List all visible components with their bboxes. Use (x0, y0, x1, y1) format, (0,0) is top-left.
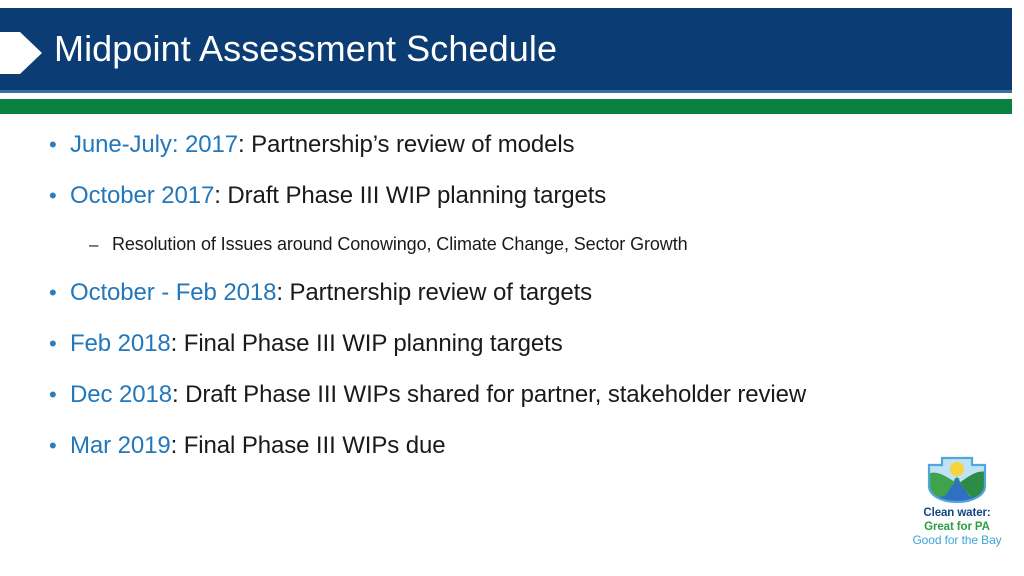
bullet-marker-icon: • (49, 132, 57, 157)
bullet-marker-icon: • (49, 382, 57, 407)
list-item-highlight: Feb 2018 (70, 330, 171, 357)
list-item-highlight: October - Feb 2018 (70, 279, 277, 306)
list-item-highlight: October 2017 (70, 182, 215, 209)
bullet-marker-icon: • (49, 331, 57, 356)
bullet-marker-icon: • (49, 183, 57, 208)
list-item-rest: : Final Phase III WIP planning targets (170, 330, 563, 357)
keystone-landscape-icon (927, 456, 987, 504)
list-item-highlight: Dec 2018 (70, 381, 172, 408)
list-item-text: Mar 2019: Final Phase III WIPs due (70, 431, 940, 461)
sub-list-item: – Resolution of Issues around Conowingo,… (87, 232, 940, 257)
list-item: • June-July: 2017: Partnership’s review … (40, 130, 940, 160)
list-item-rest: : Partnership review of targets (276, 279, 593, 306)
list-item-rest: : Final Phase III WIPs due (170, 432, 446, 459)
chevron-right-icon (0, 32, 42, 74)
list-item: • Feb 2018: Final Phase III WIP planning… (40, 329, 940, 359)
page-title: Midpoint Assessment Schedule (54, 28, 558, 69)
organization-logo: Clean water: Great for PA Good for the B… (898, 456, 1016, 562)
logo-tagline-1: Clean water: (923, 507, 991, 519)
sub-list-item-rest: Resolution of Issues around Conowingo, C… (112, 234, 688, 254)
list-item-text: Feb 2018: Final Phase III WIP planning t… (70, 329, 940, 359)
list-item-rest: : Draft Phase III WIP planning targets (214, 182, 607, 209)
list-item: • October - Feb 2018: Partnership review… (40, 278, 940, 308)
list-item-text: October - Feb 2018: Partnership review o… (70, 278, 940, 308)
list-item-rest: : Draft Phase III WIPs shared for partne… (171, 381, 807, 408)
bullet-marker-icon: • (49, 433, 57, 458)
list-item-rest: : Partnership’s review of models (237, 131, 575, 158)
list-item-highlight: Mar 2019 (70, 432, 171, 459)
logo-tagline-3: Good for the Bay (912, 533, 1002, 547)
list-item: • Dec 2018: Draft Phase III WIPs shared … (40, 380, 940, 410)
slide-canvas: Midpoint Assessment Schedule • June-July… (0, 0, 1024, 576)
dash-marker-icon: – (89, 235, 99, 254)
accent-green-bar (0, 99, 1012, 114)
bullet-marker-icon: • (49, 280, 57, 305)
list-item-text: October 2017: Draft Phase III WIP planni… (70, 181, 940, 211)
sub-list-item-text: Resolution of Issues around Conowingo, C… (112, 232, 940, 257)
list-item: • Mar 2019: Final Phase III WIPs due (40, 431, 940, 461)
banner-underline (0, 90, 1012, 93)
list-item: • October 2017: Draft Phase III WIP plan… (40, 181, 940, 211)
logo-tagline-2: Great for PA (924, 520, 990, 533)
list-item-text: June-July: 2017: Partnership’s review of… (70, 130, 940, 160)
bullet-list: • June-July: 2017: Partnership’s review … (40, 130, 940, 482)
list-item-text: Dec 2018: Draft Phase III WIPs shared fo… (70, 380, 940, 410)
list-item-highlight: June-July: 2017 (70, 131, 238, 158)
